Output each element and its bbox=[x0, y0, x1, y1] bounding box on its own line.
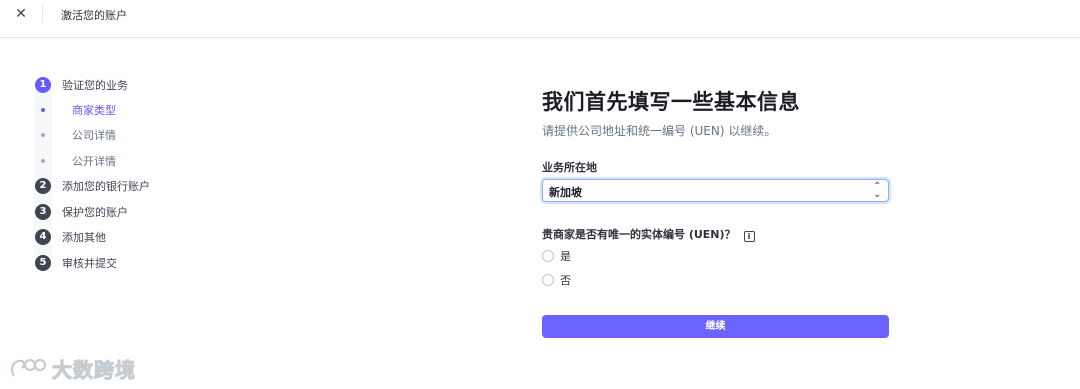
info-icon[interactable]: i bbox=[743, 231, 755, 242]
step-label: 保护您的账户 bbox=[62, 206, 128, 219]
step-number: 2 bbox=[35, 178, 51, 194]
chevron-updown-icon: ⌃ ⌄ bbox=[873, 181, 882, 200]
form-subheading: 请提供公司地址和统一编号 (UEN) 以继续。 bbox=[542, 124, 777, 138]
substep-dot bbox=[41, 159, 45, 163]
radio-label-no: 否 bbox=[560, 274, 571, 287]
step-review-submit[interactable]: 5 审核并提交 bbox=[34, 254, 117, 272]
radio-no[interactable] bbox=[542, 274, 554, 286]
step-number: 1 bbox=[35, 77, 51, 93]
close-icon[interactable]: ✕ bbox=[12, 5, 30, 23]
form-heading: 我们首先填写一些基本信息 bbox=[542, 90, 800, 114]
uen-question-label: 贵商家是否有唯一的实体编号 (UEN)？ i bbox=[542, 226, 755, 242]
substep-label: 公司详情 bbox=[72, 129, 116, 142]
step-label: 审核并提交 bbox=[62, 257, 117, 270]
watermark-logo-icon bbox=[10, 358, 47, 377]
step-number: 4 bbox=[35, 229, 51, 245]
radio-yes[interactable] bbox=[542, 250, 554, 262]
continue-button[interactable]: 继续 bbox=[542, 315, 889, 338]
substep-merchant-type[interactable]: 商家类型 bbox=[34, 101, 116, 119]
substep-dot bbox=[41, 108, 45, 112]
watermark: 大数跨境 bbox=[8, 354, 136, 383]
substep-dot bbox=[41, 133, 45, 137]
location-label: 业务所在地 bbox=[542, 161, 597, 174]
location-select[interactable]: 新加坡 ⌃ ⌄ bbox=[542, 179, 889, 202]
step-label: 添加其他 bbox=[62, 231, 106, 244]
step-number: 3 bbox=[35, 204, 51, 220]
step-label: 添加您的银行账户 bbox=[62, 180, 150, 193]
step-number: 5 bbox=[35, 255, 51, 271]
main-form: 我们首先填写一些基本信息 请提供公司地址和统一编号 (UEN) 以继续。 业务所… bbox=[542, 86, 890, 338]
substep-label: 商家类型 bbox=[72, 104, 116, 117]
radio-label-yes: 是 bbox=[560, 250, 571, 263]
location-value: 新加坡 bbox=[549, 186, 582, 199]
step-add-bank-account[interactable]: 2 添加您的银行账户 bbox=[34, 177, 150, 195]
substep-label: 公开详情 bbox=[72, 155, 116, 168]
step-verify-business[interactable]: 1 验证您的业务 bbox=[34, 76, 128, 94]
uen-question-text: 贵商家是否有唯一的实体编号 (UEN)？ bbox=[542, 228, 736, 241]
substep-public-details[interactable]: 公开详情 bbox=[34, 152, 116, 170]
top-bar: ✕ 激活您的账户 bbox=[0, 0, 1080, 38]
watermark-text: 大数跨境 bbox=[52, 358, 136, 383]
step-secure-account[interactable]: 3 保护您的账户 bbox=[34, 203, 128, 221]
topbar-divider bbox=[42, 5, 43, 23]
radio-option-no[interactable]: 否 bbox=[542, 272, 571, 288]
page-title: 激活您的账户 bbox=[61, 9, 127, 22]
substep-company-details[interactable]: 公司详情 bbox=[34, 126, 116, 144]
step-label: 验证您的业务 bbox=[62, 79, 128, 92]
step-add-other[interactable]: 4 添加其他 bbox=[34, 228, 106, 246]
radio-option-yes[interactable]: 是 bbox=[542, 248, 571, 264]
